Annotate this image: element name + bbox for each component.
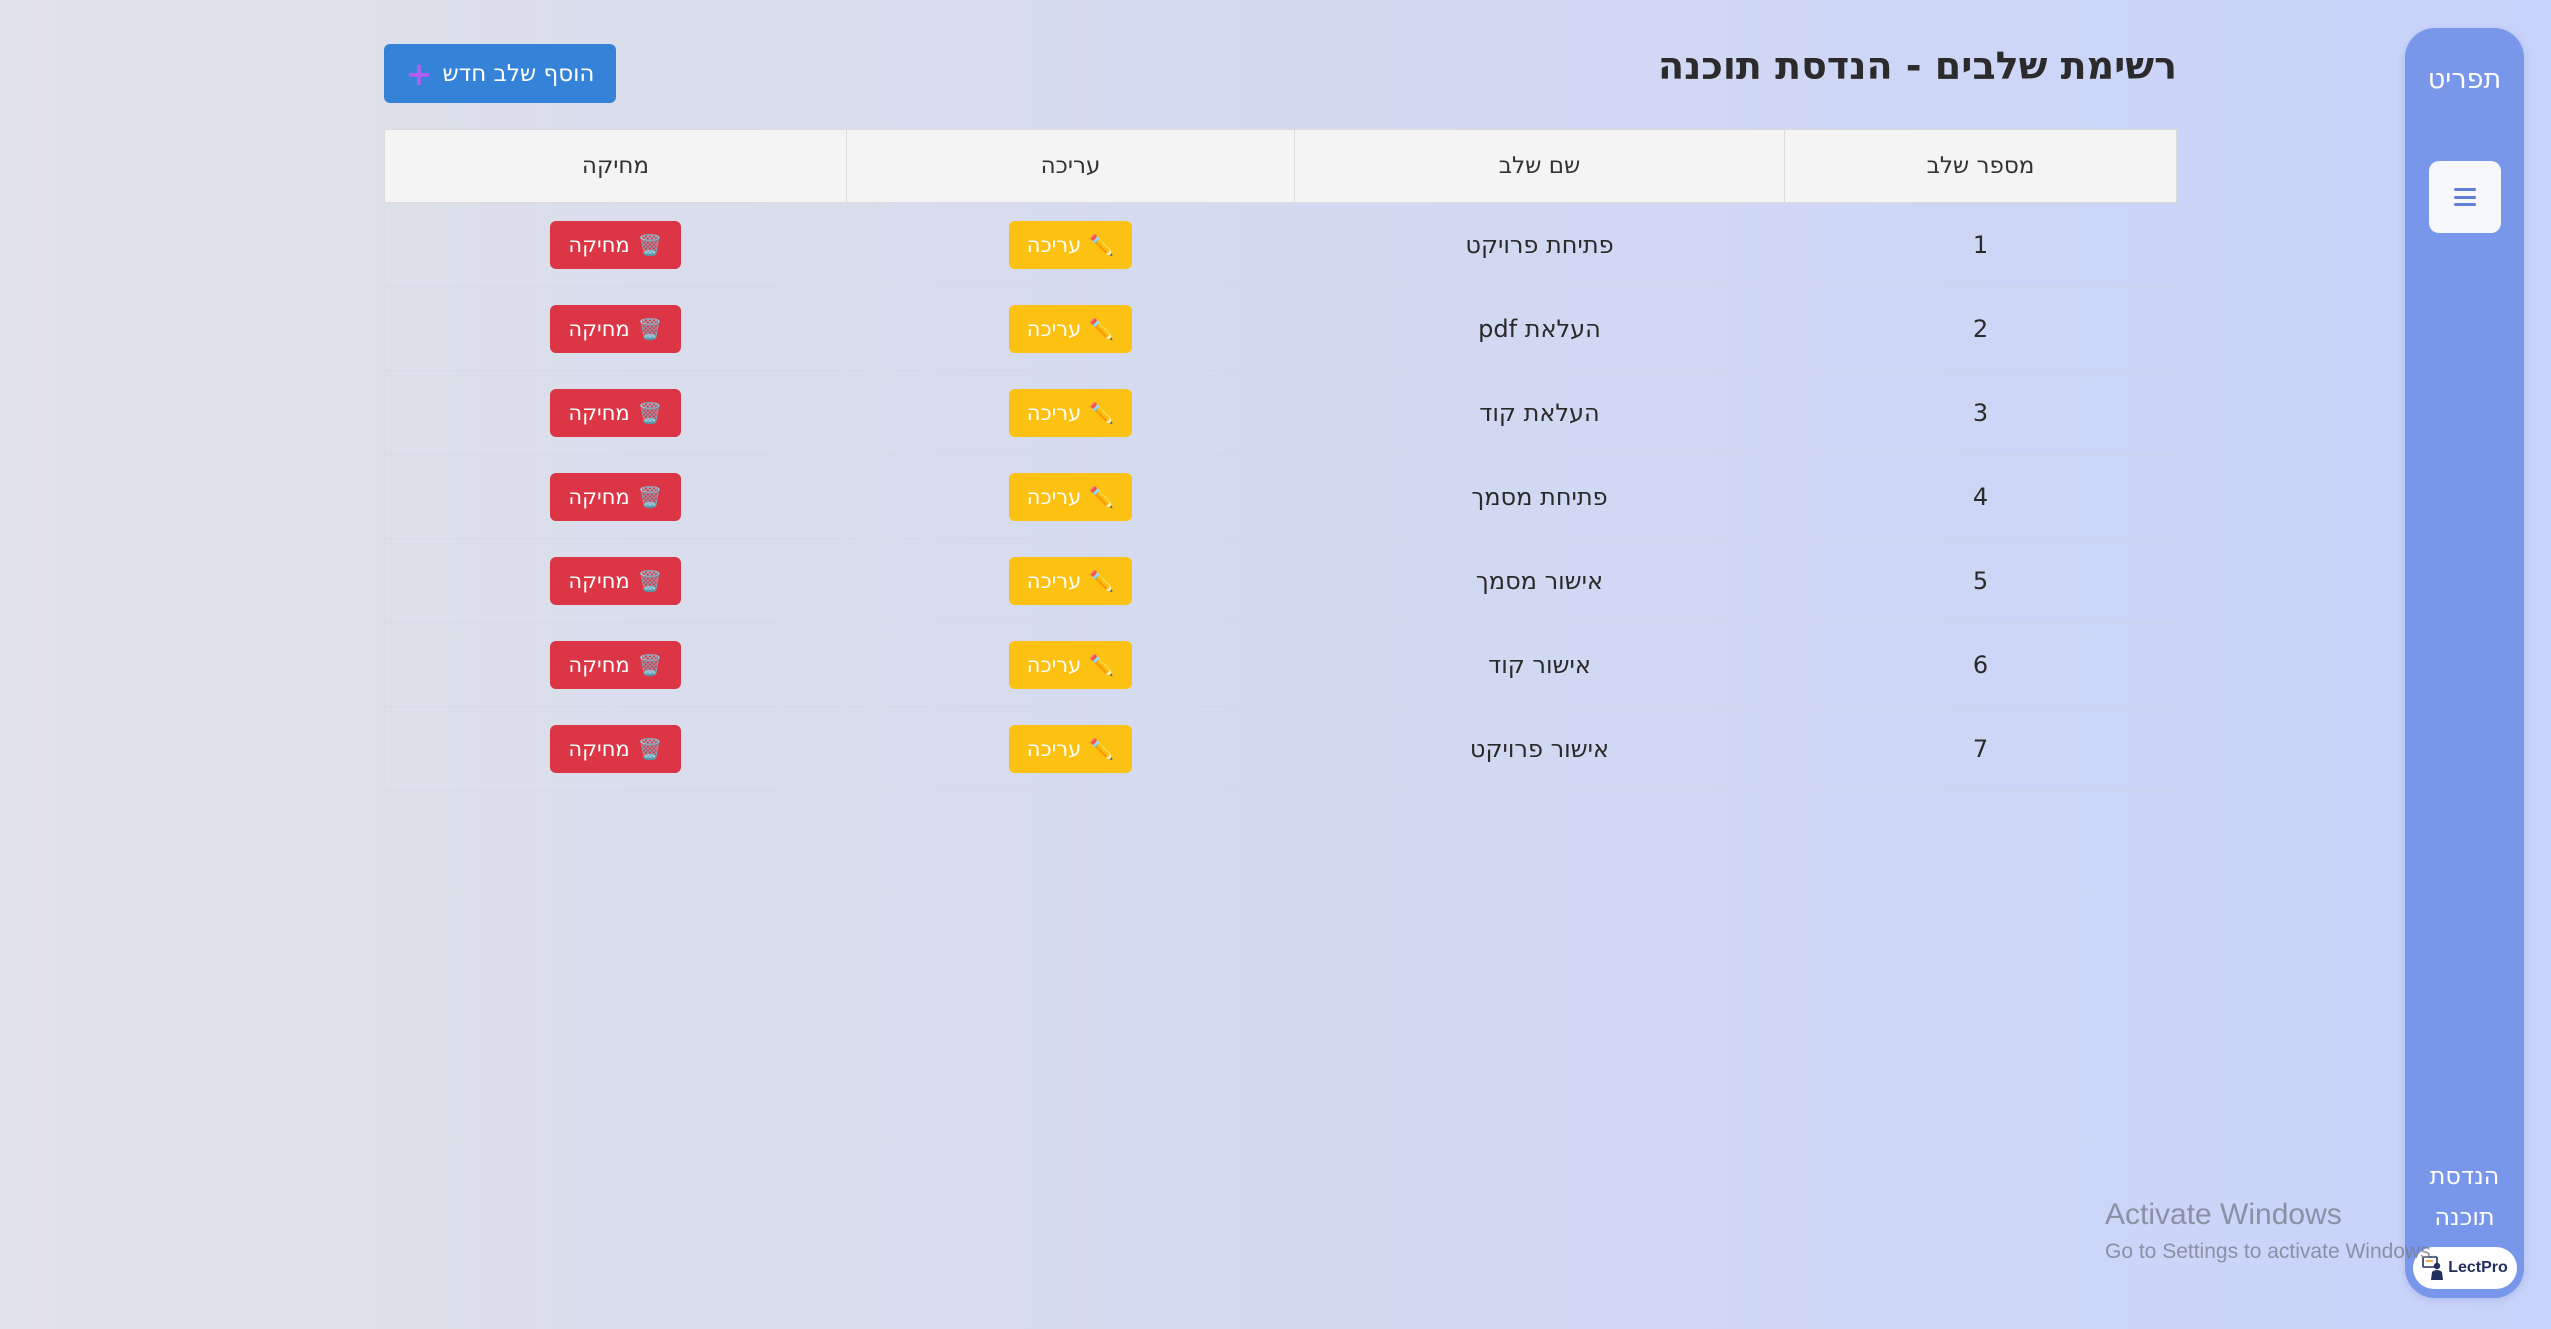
column-header-step-number: מספר שלב bbox=[1784, 129, 2177, 203]
step-name-cell: אישור קוד bbox=[1294, 622, 1785, 707]
step-number-cell: 3 bbox=[1784, 370, 2177, 455]
table-row: 5 אישור מסמך ✏️ עריכה 🗑️ מחיקה bbox=[384, 538, 2177, 623]
delete-cell: 🗑️ מחיקה bbox=[384, 622, 847, 707]
delete-cell: 🗑️ מחיקה bbox=[384, 706, 847, 791]
trash-icon: 🗑️ bbox=[637, 316, 663, 341]
edit-cell: ✏️ עריכה bbox=[846, 454, 1295, 539]
pencil-icon: ✏️ bbox=[1089, 232, 1115, 257]
delete-button-label: מחיקה bbox=[568, 652, 630, 677]
edit-button[interactable]: ✏️ עריכה bbox=[1008, 304, 1133, 353]
step-name-cell: אישור מסמך bbox=[1294, 538, 1785, 623]
sidebar: תפריט הנדסת תוכנה LectPro bbox=[2405, 28, 2524, 1298]
steps-table-body: 1 פתיחת פרויקט ✏️ עריכה 🗑️ מחיקה 2 העלאת pdf ✏️ ע… bbox=[384, 202, 2177, 791]
step-name-cell: העלאת pdf bbox=[1294, 286, 1785, 371]
edit-button[interactable]: ✏️ עריכה bbox=[1008, 724, 1133, 773]
edit-button-label: עריכה bbox=[1026, 652, 1082, 677]
delete-cell: 🗑️ מחיקה bbox=[384, 538, 847, 623]
hamburger-icon bbox=[2454, 188, 2476, 206]
edit-button-label: עריכה bbox=[1026, 568, 1082, 593]
plus-icon: + bbox=[405, 54, 433, 93]
table-row: 6 אישור קוד ✏️ עריכה 🗑️ מחיקה bbox=[384, 622, 2177, 707]
step-name-cell: פתיחת מסמך bbox=[1294, 454, 1785, 539]
page-title: רשימת שלבים - הנדסת תוכנה bbox=[1658, 44, 2177, 88]
delete-button-label: מחיקה bbox=[568, 484, 630, 509]
delete-cell: 🗑️ מחיקה bbox=[384, 286, 847, 371]
sidebar-department-line1: הנדסת bbox=[2429, 1162, 2500, 1190]
step-number-cell: 5 bbox=[1784, 538, 2177, 623]
pencil-icon: ✏️ bbox=[1089, 316, 1115, 341]
table-row: 1 פתיחת פרויקט ✏️ עריכה 🗑️ מחיקה bbox=[384, 202, 2177, 287]
delete-button-label: מחיקה bbox=[568, 232, 630, 257]
delete-button[interactable]: 🗑️ מחיקה bbox=[550, 220, 681, 269]
edit-cell: ✏️ עריכה bbox=[846, 538, 1295, 623]
step-number-cell: 2 bbox=[1784, 286, 2177, 371]
delete-button-label: מחיקה bbox=[568, 736, 630, 761]
delete-cell: 🗑️ מחיקה bbox=[384, 370, 847, 455]
pencil-icon: ✏️ bbox=[1089, 568, 1115, 593]
edit-button[interactable]: ✏️ עריכה bbox=[1008, 640, 1133, 689]
step-name-cell: אישור פרויקט bbox=[1294, 706, 1785, 791]
step-number-cell: 7 bbox=[1784, 706, 2177, 791]
delete-cell: 🗑️ מחיקה bbox=[384, 454, 847, 539]
add-step-button-label: הוסף שלב חדש bbox=[442, 60, 595, 87]
delete-button-label: מחיקה bbox=[568, 316, 630, 341]
step-number-cell: 6 bbox=[1784, 622, 2177, 707]
trash-icon: 🗑️ bbox=[637, 232, 663, 257]
edit-cell: ✏️ עריכה bbox=[846, 370, 1295, 455]
pencil-icon: ✏️ bbox=[1089, 400, 1115, 425]
delete-button[interactable]: 🗑️ מחיקה bbox=[550, 556, 681, 605]
trash-icon: 🗑️ bbox=[637, 400, 663, 425]
table-header-row: מספר שלב שם שלב עריכה מחיקה bbox=[384, 129, 2177, 203]
edit-button-label: עריכה bbox=[1026, 736, 1082, 761]
step-number-cell: 4 bbox=[1784, 454, 2177, 539]
table-row: 3 העלאת קוד ✏️ עריכה 🗑️ מחיקה bbox=[384, 370, 2177, 455]
steps-table: מספר שלב שם שלב עריכה מחיקה 1 פתיחת פרויק… bbox=[384, 129, 2177, 791]
edit-cell: ✏️ עריכה bbox=[846, 286, 1295, 371]
watermark-title: Activate Windows bbox=[2105, 1198, 2342, 1231]
watermark-subtitle: Go to Settings to activate Windows. bbox=[2105, 1240, 2437, 1263]
step-name-cell: פתיחת פרויקט bbox=[1294, 202, 1785, 287]
edit-button-label: עריכה bbox=[1026, 316, 1082, 341]
activate-windows-watermark: Activate Windows Go to Settings to activ… bbox=[2105, 1198, 2437, 1264]
delete-button-label: מחיקה bbox=[568, 568, 630, 593]
delete-button[interactable]: 🗑️ מחיקה bbox=[550, 304, 681, 353]
lectpro-brand-text: LectPro bbox=[2448, 1259, 2508, 1276]
column-header-delete: מחיקה bbox=[384, 129, 847, 203]
column-header-step-name: שם שלב bbox=[1294, 129, 1785, 203]
delete-cell: 🗑️ מחיקה bbox=[384, 202, 847, 287]
trash-icon: 🗑️ bbox=[637, 568, 663, 593]
step-name-cell: העלאת קוד bbox=[1294, 370, 1785, 455]
pencil-icon: ✏️ bbox=[1089, 652, 1115, 677]
delete-button[interactable]: 🗑️ מחיקה bbox=[550, 472, 681, 521]
edit-button[interactable]: ✏️ עריכה bbox=[1008, 220, 1133, 269]
delete-button-label: מחיקה bbox=[568, 400, 630, 425]
table-row: 4 פתיחת מסמך ✏️ עריכה 🗑️ מחיקה bbox=[384, 454, 2177, 539]
edit-button-label: עריכה bbox=[1026, 484, 1082, 509]
sidebar-menu-label: תפריט bbox=[2427, 64, 2502, 95]
edit-cell: ✏️ עריכה bbox=[846, 706, 1295, 791]
table-row: 7 אישור פרויקט ✏️ עריכה 🗑️ מחיקה bbox=[384, 706, 2177, 791]
trash-icon: 🗑️ bbox=[637, 484, 663, 509]
edit-button-label: עריכה bbox=[1026, 400, 1082, 425]
edit-button-label: עריכה bbox=[1026, 232, 1082, 257]
edit-button[interactable]: ✏️ עריכה bbox=[1008, 388, 1133, 437]
table-row: 2 העלאת pdf ✏️ עריכה 🗑️ מחיקה bbox=[384, 286, 2177, 371]
delete-button[interactable]: 🗑️ מחיקה bbox=[550, 388, 681, 437]
pencil-icon: ✏️ bbox=[1089, 484, 1115, 509]
edit-cell: ✏️ עריכה bbox=[846, 202, 1295, 287]
pencil-icon: ✏️ bbox=[1089, 736, 1115, 761]
edit-button[interactable]: ✏️ עריכה bbox=[1008, 556, 1133, 605]
trash-icon: 🗑️ bbox=[637, 652, 663, 677]
column-header-edit: עריכה bbox=[846, 129, 1295, 203]
trash-icon: 🗑️ bbox=[637, 736, 663, 761]
edit-button[interactable]: ✏️ עריכה bbox=[1008, 472, 1133, 521]
hamburger-menu-button[interactable] bbox=[2429, 161, 2501, 233]
delete-button[interactable]: 🗑️ מחיקה bbox=[550, 640, 681, 689]
edit-cell: ✏️ עריכה bbox=[846, 622, 1295, 707]
delete-button[interactable]: 🗑️ מחיקה bbox=[550, 724, 681, 773]
step-number-cell: 1 bbox=[1784, 202, 2177, 287]
add-step-button[interactable]: הוסף שלב חדש + bbox=[384, 44, 616, 103]
